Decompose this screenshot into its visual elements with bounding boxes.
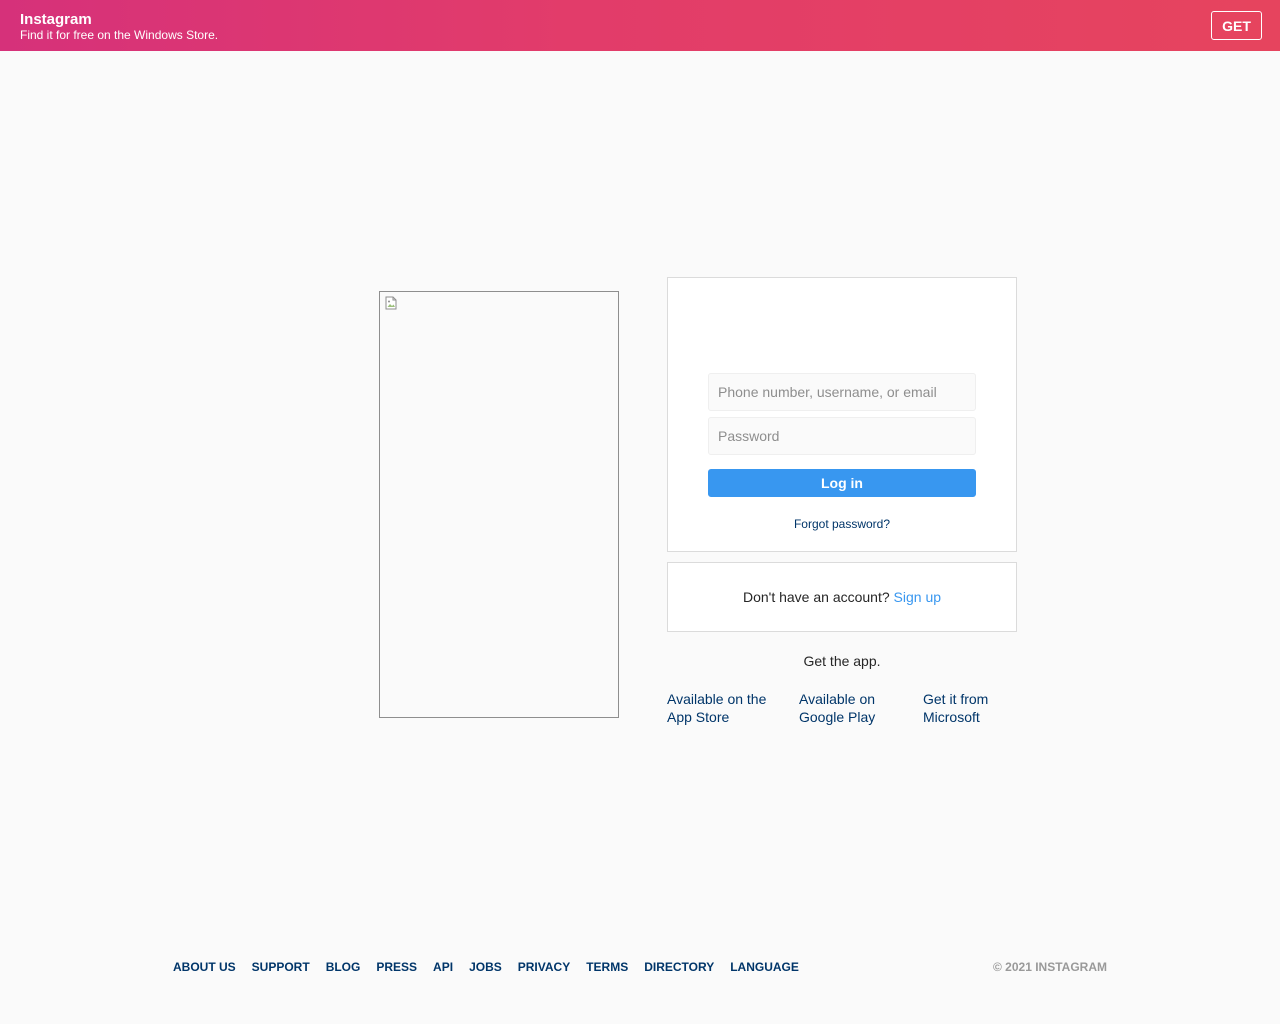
app-store-link[interactable]: Available on the App Store	[667, 690, 777, 726]
username-input[interactable]	[708, 373, 976, 411]
footer-link-about[interactable]: About us	[173, 960, 236, 974]
app-install-banner: Instagram Find it for free on the Window…	[0, 0, 1280, 51]
login-form-card: Log in Forgot password?	[667, 277, 1017, 552]
footer-link-press[interactable]: Press	[376, 960, 417, 974]
microsoft-store-line1: Get it from	[923, 691, 989, 707]
footer-link-support[interactable]: Support	[252, 960, 310, 974]
password-input[interactable]	[708, 417, 976, 455]
footer-link-terms[interactable]: Terms	[586, 960, 628, 974]
footer-link-directory[interactable]: Directory	[644, 960, 714, 974]
microsoft-store-line2: Microsoft	[923, 709, 980, 725]
broken-image-icon	[385, 296, 397, 310]
google-play-line2: Google Play	[799, 709, 876, 725]
forgot-password-link[interactable]: Forgot password?	[668, 517, 1016, 531]
footer-nav: About us Support Blog Press API Jobs Pri…	[173, 960, 799, 974]
login-button[interactable]: Log in	[708, 469, 976, 497]
copyright-text: © 2021 Instagram	[993, 960, 1107, 974]
phone-screenshot-image	[379, 291, 619, 718]
footer-link-blog[interactable]: Blog	[326, 960, 361, 974]
signup-card: Don't have an account? Sign up	[667, 562, 1017, 632]
get-app-label: Get the app.	[803, 653, 881, 669]
app-store-line1: Available on the	[667, 691, 767, 707]
signup-link[interactable]: Sign up	[894, 589, 941, 605]
google-play-link[interactable]: Available on Google Play	[799, 690, 899, 726]
footer-link-language[interactable]: Language	[730, 960, 799, 974]
app-store-line2: App Store	[667, 709, 730, 725]
footer-link-api[interactable]: API	[433, 960, 453, 974]
footer-link-jobs[interactable]: Jobs	[469, 960, 502, 974]
get-app-button[interactable]: GET	[1211, 11, 1262, 40]
signup-prompt: Don't have an account?	[742, 589, 890, 605]
microsoft-store-link[interactable]: Get it from Microsoft	[923, 690, 1013, 726]
banner-subtitle: Find it for free on the Windows Store.	[20, 28, 219, 42]
banner-title: Instagram	[20, 11, 92, 28]
google-play-line1: Available on	[799, 691, 876, 707]
footer-link-privacy[interactable]: Privacy	[518, 960, 570, 974]
